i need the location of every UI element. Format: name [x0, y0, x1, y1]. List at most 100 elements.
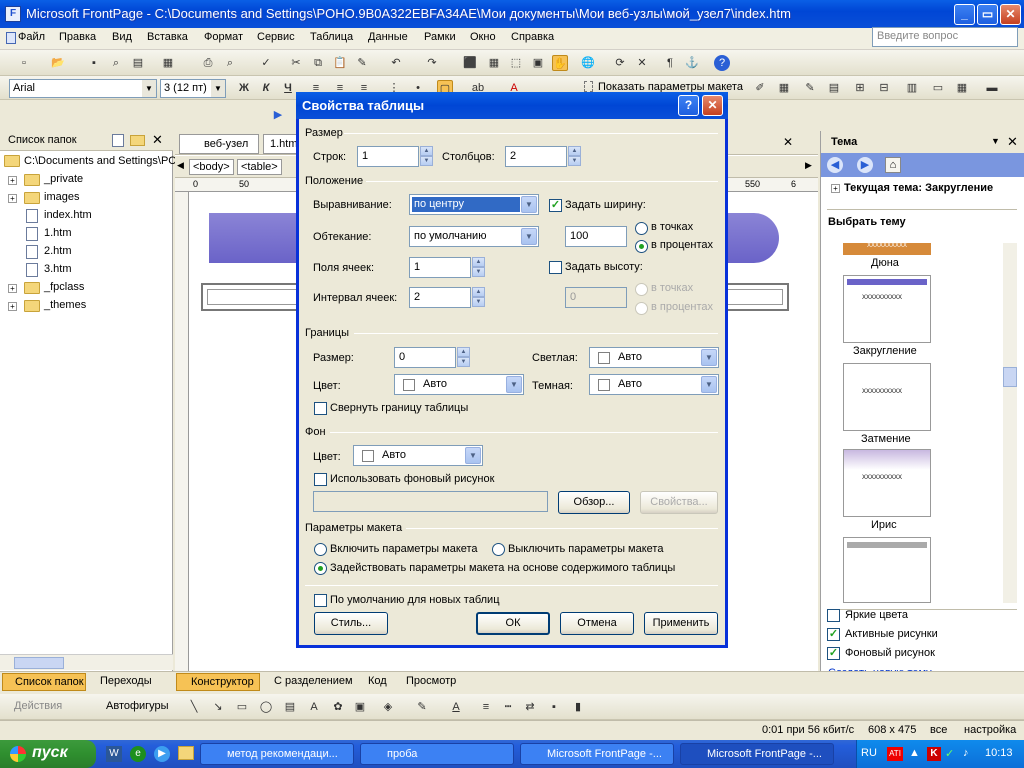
browser-quicklaunch-icon[interactable]: e: [130, 746, 146, 762]
stop-icon[interactable]: ✕: [634, 55, 650, 71]
spelling-icon[interactable]: ✓: [258, 55, 274, 71]
task-frontpage-1[interactable]: Microsoft FrontPage -...: [520, 743, 674, 765]
actions-menu[interactable]: Действия: [14, 700, 62, 712]
insert-layer-icon[interactable]: ⬚: [508, 55, 524, 71]
float-select[interactable]: по умолчанию ▼: [409, 226, 539, 247]
refresh-icon[interactable]: ⟳: [612, 55, 628, 71]
background-picture-checkbox[interactable]: ✓: [827, 647, 840, 660]
right-arrow-icon[interactable]: ▶: [805, 160, 812, 171]
folder-quicklaunch-icon[interactable]: [178, 746, 194, 760]
line-color-icon[interactable]: ✎: [414, 699, 430, 715]
tag-table[interactable]: <table>: [237, 159, 282, 175]
drawing-icon[interactable]: ✋: [552, 55, 568, 71]
alignment-select[interactable]: по центру ▼: [409, 194, 539, 215]
undo-icon[interactable]: ↶: [388, 55, 404, 71]
menu-view[interactable]: Вид: [112, 31, 132, 43]
left-arrow-icon[interactable]: ◀: [177, 160, 184, 171]
expand-icon[interactable]: +: [8, 302, 17, 311]
cell-padding-input[interactable]: 1: [409, 257, 471, 278]
ok-button[interactable]: ОК: [476, 612, 550, 635]
textbox-icon[interactable]: ▤: [282, 699, 298, 715]
cell-formatting-icon[interactable]: ▤: [826, 80, 842, 96]
language-indicator[interactable]: RU: [861, 747, 877, 759]
chevron-down-icon[interactable]: ▼: [991, 136, 1000, 146]
rectangle-icon[interactable]: ▭: [234, 699, 250, 715]
dark-border-select[interactable]: Авто ▼: [589, 374, 719, 395]
theme-thumb-iris[interactable]: XXXXXXXXXX: [843, 449, 931, 517]
media-quicklaunch-icon[interactable]: ▶: [154, 746, 170, 762]
cancel-button[interactable]: Отмена: [560, 612, 634, 635]
collapse-border-checkbox[interactable]: [314, 402, 327, 415]
disable-layout-radio[interactable]: [492, 543, 505, 556]
spin-down-icon[interactable]: ▼: [472, 297, 485, 307]
expand-icon[interactable]: +: [831, 184, 840, 193]
theme-thumb-next[interactable]: [843, 537, 931, 603]
document-icon[interactable]: [6, 32, 16, 44]
draw-table-icon[interactable]: ✐: [752, 80, 768, 96]
publish-icon[interactable]: ▤: [130, 55, 146, 71]
web-component-icon[interactable]: ⬛: [462, 55, 478, 71]
theme-gallery[interactable]: XXXXXXXXXX Дюна XXXXXXXXXX Закругление X…: [827, 243, 999, 603]
arrow-style-icon[interactable]: ⇄: [522, 699, 538, 715]
scroll-thumb[interactable]: [14, 657, 64, 669]
style-button[interactable]: Стиль...: [314, 612, 388, 635]
insert-table-icon[interactable]: ▦: [486, 55, 502, 71]
dialog-title-bar[interactable]: Свойства таблицы ? ✕: [296, 92, 728, 119]
border-size-spinner[interactable]: ▲ ▼: [457, 347, 470, 368]
border-size-input[interactable]: 0: [394, 347, 456, 368]
spin-down-icon[interactable]: ▼: [568, 156, 581, 166]
show-all-icon[interactable]: ¶: [662, 55, 678, 71]
tab-website[interactable]: веб-узел: [179, 134, 259, 154]
ati-tray-icon[interactable]: ATI: [887, 747, 903, 761]
help-button[interactable]: ?: [678, 95, 699, 116]
shadow-icon[interactable]: ▪: [546, 699, 562, 715]
wordart-icon[interactable]: A: [306, 699, 322, 715]
layout-table-icon[interactable]: ▦: [776, 80, 792, 96]
width-pixels-radio[interactable]: [635, 222, 648, 235]
layout-checkbox[interactable]: [584, 81, 593, 92]
enable-layout-radio[interactable]: [314, 543, 327, 556]
tab-design[interactable]: Конструктор: [176, 673, 260, 691]
format-painter-icon[interactable]: ✎: [354, 55, 370, 71]
width-percent-radio[interactable]: [635, 240, 648, 253]
dash-style-icon[interactable]: ┅: [500, 699, 516, 715]
underline-icon[interactable]: Ч: [280, 80, 296, 96]
set-height-checkbox[interactable]: [549, 261, 562, 274]
minimize-button[interactable]: _: [954, 4, 975, 25]
open-folder-icon[interactable]: 📂: [50, 55, 66, 71]
expand-icon[interactable]: +: [8, 176, 17, 185]
menu-window[interactable]: Окно: [470, 31, 496, 43]
antivirus-tray-icon[interactable]: K: [927, 747, 941, 761]
task-word-doc[interactable]: метод рекомендаци...: [200, 743, 354, 765]
volume-tray-icon[interactable]: ♪: [963, 747, 977, 761]
close-icon[interactable]: ✕: [783, 135, 793, 149]
fill-color-icon[interactable]: ◈: [380, 699, 396, 715]
width-input[interactable]: 100: [565, 226, 627, 247]
spin-up-icon[interactable]: ▲: [420, 146, 433, 156]
new-folder-icon[interactable]: [130, 135, 145, 146]
horizontal-scrollbar[interactable]: [0, 654, 173, 670]
cell-spacing-spinner[interactable]: ▲ ▼: [472, 287, 485, 308]
spin-down-icon[interactable]: ▼: [472, 267, 485, 277]
cut-icon[interactable]: ✂: [288, 55, 304, 71]
network-tray-icon[interactable]: ✓: [945, 747, 959, 761]
cols-spinner[interactable]: ▲ ▼: [568, 146, 581, 167]
tab-preview[interactable]: Просмотр: [394, 673, 460, 691]
help-icon[interactable]: ?: [714, 55, 730, 71]
expand-icon[interactable]: +: [8, 194, 17, 203]
browse-button[interactable]: Обзор...: [558, 491, 630, 514]
back-icon[interactable]: ◀: [827, 157, 843, 173]
menu-help[interactable]: Справка: [511, 31, 554, 43]
line-style-icon[interactable]: ≡: [478, 699, 494, 715]
cols-input[interactable]: 2: [505, 146, 567, 167]
font-size-select[interactable]: 3 (12 пт) ▼: [160, 79, 226, 98]
spin-down-icon[interactable]: ▼: [457, 357, 470, 367]
toggle-pane-icon[interactable]: ▦: [160, 55, 176, 71]
close-button[interactable]: ✕: [1000, 4, 1021, 25]
column-icon[interactable]: ⊟: [876, 80, 892, 96]
start-button[interactable]: пуск: [0, 740, 96, 768]
hyperlink-icon[interactable]: 🌐: [580, 55, 596, 71]
close-icon[interactable]: ✕: [1007, 134, 1018, 150]
bg-color-select[interactable]: Авто ▼: [353, 445, 483, 466]
border-color-select[interactable]: Авто ▼: [394, 374, 524, 395]
